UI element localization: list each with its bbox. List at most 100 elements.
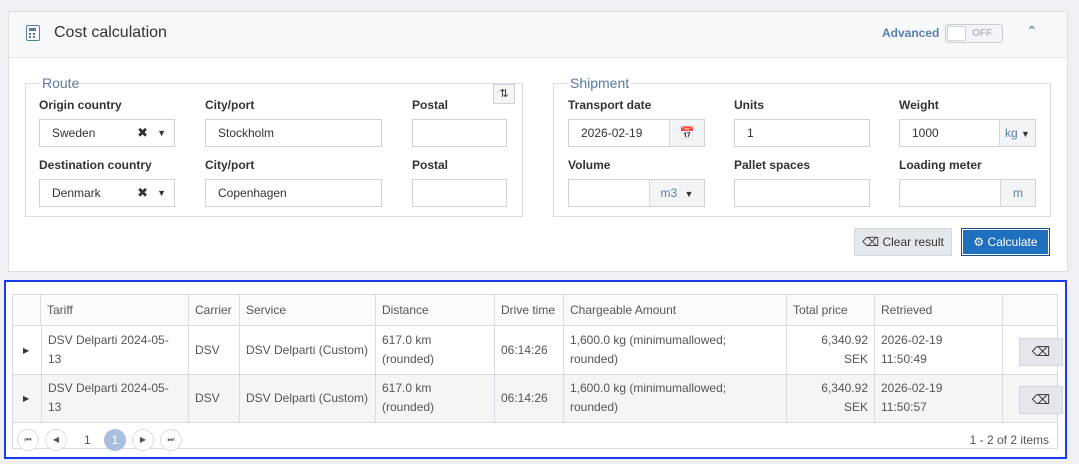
total-price-cell: 6,340.92 SEK (787, 327, 875, 374)
price-currency: SEK (843, 400, 868, 414)
next-page-button[interactable]: ▶ (132, 429, 154, 451)
charge-line-2: rounded) (570, 400, 619, 414)
eraser-icon[interactable]: ⌫ (1019, 386, 1063, 414)
distance-line-2: (rounded) (382, 352, 435, 366)
price-amount: 6,340.92 (821, 333, 868, 347)
results-section: Tariff Carrier Service Distance Drive ti… (4, 280, 1067, 459)
charge-line-1: 1,600.0 kg (minimumallowed; (570, 381, 727, 395)
retrieved-cell: 2026-02-19 11:50:49 (875, 327, 1003, 374)
swap-vertical-icon[interactable]: ⇅ (493, 84, 515, 104)
dest-city-input[interactable]: Copenhagen (205, 179, 382, 207)
table-row: ▶ DSV Delparti 2024-05- 13 DSV DSV Delpa… (13, 375, 1063, 423)
origin-city-input[interactable]: Stockholm (205, 119, 382, 147)
retrieved-time: 11:50:49 (881, 352, 927, 366)
price-amount: 6,340.92 (821, 381, 868, 395)
first-page-button[interactable]: ⏮ (17, 429, 39, 451)
gears-icon: ⚙ (973, 235, 985, 249)
weight-value: 1000 (912, 126, 939, 140)
column-header-drive-time[interactable]: Drive time (495, 295, 564, 326)
chargeable-amount-cell: 1,600.0 kg (minimumallowed; rounded) (564, 375, 787, 422)
origin-country-value: Sweden (52, 126, 96, 140)
loading-meter-label: Loading meter (899, 158, 982, 172)
calendar-icon[interactable]: 📅 (669, 120, 704, 146)
carrier-cell: DSV (189, 375, 240, 422)
retrieved-date: 2026-02-19 (881, 333, 943, 347)
shipment-legend: Shipment (568, 75, 632, 91)
expand-row-icon[interactable]: ▶ (23, 394, 29, 403)
volume-input[interactable]: m3 ▼ (568, 179, 705, 207)
last-page-button[interactable]: ⏭ (160, 429, 182, 451)
page-number[interactable]: 1 (84, 433, 91, 447)
column-header-carrier[interactable]: Carrier (189, 295, 240, 326)
column-header-distance[interactable]: Distance (376, 295, 495, 326)
column-header-chargeable-amount[interactable]: Chargeable Amount (564, 295, 787, 326)
column-header-retrieved[interactable]: Retrieved (875, 295, 1003, 326)
units-input[interactable]: 1 (734, 119, 870, 147)
service-cell: DSV Delparti (Custom) (240, 375, 376, 422)
advanced-toggle[interactable]: OFF (945, 24, 1003, 43)
dest-postal-input[interactable] (412, 179, 507, 207)
charge-line-2: rounded) (570, 352, 619, 366)
dest-country-label: Destination country (39, 158, 152, 172)
chevron-down-icon[interactable]: ▼ (157, 180, 166, 206)
price-currency: SEK (843, 352, 868, 366)
toggle-knob (947, 26, 966, 41)
tariff-cell: DSV Delparti 2024-05- 13 (41, 375, 189, 422)
origin-postal-input[interactable] (412, 119, 507, 147)
clear-icon[interactable]: ✖ (137, 180, 148, 206)
clear-result-button[interactable]: ⌫ Clear result (854, 228, 952, 256)
pallet-spaces-input[interactable] (734, 179, 870, 207)
drive-time-cell: 06:14:26 (495, 327, 564, 374)
expand-row-icon[interactable]: ▶ (23, 346, 29, 355)
chevron-down-icon[interactable]: ▼ (157, 120, 166, 146)
current-page[interactable]: 1 (104, 429, 126, 451)
origin-country-select[interactable]: Sweden ✖ ▼ (39, 119, 175, 147)
volume-unit-select[interactable]: m3 ▼ (649, 180, 704, 206)
column-header-service[interactable]: Service (240, 295, 376, 326)
origin-postal-label: Postal (412, 98, 449, 112)
retrieved-cell: 2026-02-19 11:50:57 (875, 375, 1003, 422)
origin-city-label: City/port (205, 98, 255, 112)
advanced-label: Advanced (882, 26, 940, 40)
pager-info: 1 - 2 of 2 items (969, 433, 1049, 447)
transport-date-input[interactable]: 2026-02-19 📅 (568, 119, 705, 147)
calculator-icon (26, 25, 40, 41)
transport-date-label: Transport date (568, 98, 652, 112)
weight-unit: kg (1005, 126, 1018, 140)
calculate-button[interactable]: ⚙ Calculate (961, 228, 1050, 256)
distance-cell: 617.0 km (rounded) (376, 375, 495, 422)
eraser-icon[interactable]: ⌫ (1019, 338, 1063, 366)
route-legend: Route (40, 75, 82, 91)
loading-meter-unit: m (1000, 180, 1035, 206)
actions-column-header (1003, 295, 1057, 326)
carrier-cell: DSV (189, 327, 240, 374)
results-grid: Tariff Carrier Service Distance Drive ti… (12, 294, 1063, 451)
panel-header: Cost calculation Advanced OFF ⌃ (9, 12, 1067, 58)
chargeable-amount-cell: 1,600.0 kg (minimumallowed; rounded) (564, 327, 787, 374)
loading-meter-input[interactable]: m (899, 179, 1036, 207)
dest-country-select[interactable]: Denmark ✖ ▼ (39, 179, 175, 207)
tariff-cell: DSV Delparti 2024-05- 13 (41, 327, 189, 374)
chevron-up-icon[interactable]: ⌃ (1026, 23, 1038, 40)
weight-unit-select[interactable]: kg ▼ (999, 120, 1035, 146)
clear-icon[interactable]: ✖ (137, 120, 148, 146)
prev-page-button[interactable]: ◀ (45, 429, 67, 451)
weight-label: Weight (899, 98, 939, 112)
transport-date-value: 2026-02-19 (581, 126, 643, 140)
table-row: ▶ DSV Delparti 2024-05- 13 DSV DSV Delpa… (13, 327, 1063, 375)
dest-city-label: City/port (205, 158, 255, 172)
distance-line-2: (rounded) (382, 400, 435, 414)
column-header-total-price[interactable]: Total price (787, 295, 875, 326)
chevron-down-icon: ▼ (1021, 129, 1030, 139)
toggle-state: OFF (972, 28, 992, 39)
origin-country-label: Origin country (39, 98, 122, 112)
retrieved-date: 2026-02-19 (881, 381, 943, 395)
service-cell: DSV Delparti (Custom) (240, 327, 376, 374)
tariff-line-1: DSV Delparti 2024-05- (48, 333, 169, 347)
chevron-down-icon: ▼ (684, 189, 694, 199)
pager: ⏮ ◀ 1 1 ▶ ⏭ 1 - 2 of 2 items (13, 427, 1057, 451)
tariff-line-1: DSV Delparti 2024-05- (48, 381, 169, 395)
column-header-tariff[interactable]: Tariff (41, 295, 189, 326)
weight-input[interactable]: 1000 kg ▼ (899, 119, 1036, 147)
units-label: Units (734, 98, 764, 112)
